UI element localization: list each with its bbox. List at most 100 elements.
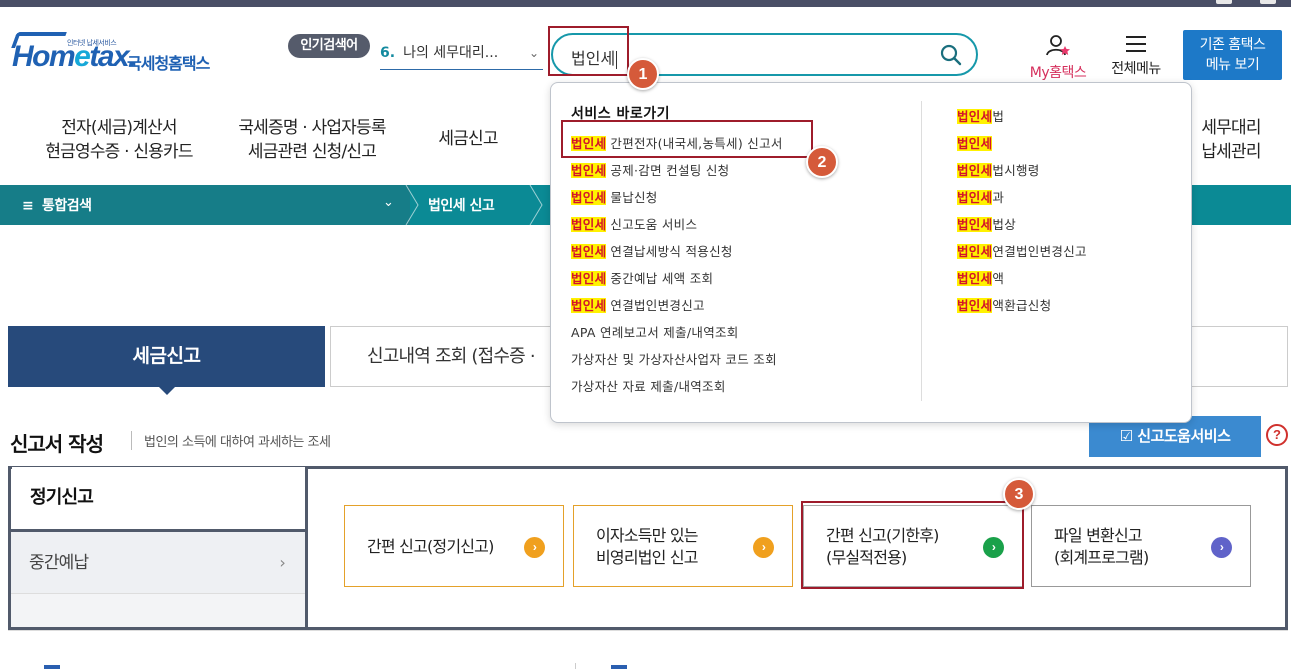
bottom-section [8,630,1288,669]
suggestion-item[interactable]: 법인세 연결납세방식 적용신청 [571,243,733,261]
card-nonprofit[interactable]: 이자소득만 있는 비영리법인 신고 › [573,505,793,587]
suggestion-label: 액환급신청 [992,298,1052,313]
suggestion-keyword: 법인세 [957,217,993,232]
divider [575,663,576,669]
suggestion-label: 신고도움 서비스 [610,217,698,232]
old-hometax-button[interactable]: 기존 홈택스 메뉴 보기 [1183,30,1282,80]
suggestion-item[interactable]: 법인세 공제·감면 컨설팅 신청 [571,162,729,180]
suggestion-keyword: 법인세 [571,163,607,178]
suggestion-label: 연결법인변경신고 [610,298,705,313]
suggestion-item[interactable]: 법인세법시행령 [957,162,1040,180]
old-hometax-label-1: 기존 홈택스 [1199,37,1266,53]
suggestion-item[interactable]: 법인세연결법인변경신고 [957,243,1087,261]
suggestion-item[interactable]: 법인세 [957,135,993,153]
suggestion-item[interactable]: 법인세 신고도움 서비스 [571,216,697,234]
nav-label: 세무대리 [1201,118,1261,138]
suggestion-item[interactable]: 법인세연결법인변경신고 [571,297,705,315]
suggestion-keyword: 법인세 [957,190,993,205]
arrow-right-icon: › [753,537,774,558]
side-menu-interim[interactable]: 중간예납 › [11,532,305,594]
suggestion-label: 연결납세방식 적용신청 [610,244,733,259]
chevron-down-icon[interactable]: ⌄ [383,195,394,210]
suggestion-keyword: 법인세 [571,271,607,286]
suggestion-label: 과 [992,190,1005,205]
step-marker-2: 2 [806,146,838,178]
side-menu-regular[interactable]: 정기신고 [12,467,308,529]
breadcrumb-separator-icon [405,185,419,225]
nav-label: 현금영수증 · 신용카드 [45,142,193,162]
breadcrumb-current[interactable]: 법인세 신고 [428,195,495,215]
suggestion-label: 법상 [992,217,1017,232]
suggestion-item[interactable]: 법인세 물납신청 [571,189,658,207]
logo-brand: Hometax. [12,40,137,73]
highlight-box-card [801,501,1024,589]
card-simple-regular[interactable]: 간편 신고(정기신고) › [344,505,564,587]
card-label: 간편 신고(정기신고) [367,537,494,556]
old-hometax-label-2: 메뉴 보기 [1205,57,1260,73]
help-icon[interactable]: ? [1266,424,1288,446]
card-label: 이자소득만 있는 [596,526,699,545]
suggestion-item[interactable]: 법인세액환급신청 [957,297,1051,315]
suggestion-label: APA 연례보고서 제출/내역조회 [571,325,739,340]
search-icon[interactable] [940,44,962,66]
breadcrumb-root[interactable]: ≡ 통합검색 [22,195,92,215]
suggestion-keyword: 법인세 [571,217,607,232]
window-control-icon[interactable] [1216,0,1232,4]
logo-brand-korean: 국세청홈택스 [127,54,210,73]
nav-label: 세금신고 [438,129,498,149]
suggestion-item[interactable]: 법인세과 [957,189,1004,207]
myhometax-label: My홈택스 [1029,65,1087,81]
nav-tax-filing[interactable]: 세금신고 [428,127,508,151]
suggestion-item[interactable]: 법인세 중간예납 세액 조회 [571,270,713,288]
hometax-logo[interactable]: 인터넷 납세서비스 Hometax. 국세청홈택스 [11,30,232,80]
suggestion-item[interactable]: 법인세법상 [957,216,1016,234]
hamburger-icon [1126,36,1146,52]
card-file-convert[interactable]: 파일 변환신고 (회계프로그램) › [1031,505,1251,587]
suggestion-keyword: 법인세 [571,190,607,205]
card-label: (회계프로그램) [1054,548,1149,567]
nav-e-invoice[interactable]: 전자(세금)계산서 현금영수증 · 신용카드 [24,116,214,164]
suggestion-label: 가상자산 및 가상자산사업자 코드 조회 [571,352,777,367]
popular-search-badge: 인기검색어 [288,34,370,58]
suggestion-keyword: 법인세 [957,136,993,151]
nav-tax-agent[interactable]: 세무대리 납세관리 [1190,116,1272,164]
step-marker-1: 1 [627,58,659,90]
suggestion-label: 물납신청 [610,190,658,205]
suggestion-item[interactable]: 가상자산 자료 제출/내역조회 [571,378,726,396]
window-control-icon[interactable] [1260,0,1276,4]
suggestion-label: 법 [992,109,1005,124]
suggestion-label: 가상자산 자료 제출/내역조회 [571,379,726,394]
suggestion-keyword: 법인세 [571,298,607,313]
filing-help-label: 신고도움서비스 [1137,427,1231,445]
chevron-down-icon: ⌄ [528,46,539,60]
myhometax-link[interactable]: My홈택스 [1022,34,1094,82]
card-label: 비영리법인 신고 [596,548,699,567]
top-strip [0,0,1291,7]
nav-label: 국세증명 · 사업자등록 [238,118,386,138]
all-menu-button[interactable]: 전체메뉴 [1104,34,1168,78]
breadcrumb-separator-icon [529,185,543,225]
all-menu-label: 전체메뉴 [1111,61,1161,77]
section-marker-icon [611,665,627,669]
suggestion-keyword: 법인세 [957,109,993,124]
card-label: 파일 변환신고 [1054,526,1143,545]
suggestion-item[interactable]: 가상자산 및 가상자산사업자 코드 조회 [571,351,777,369]
suggestion-keyword: 법인세 [957,244,993,259]
suggestion-item[interactable]: 법인세액 [957,270,1004,288]
suggestion-label: 액 [992,271,1005,286]
highlight-box-suggestion [561,120,813,158]
arrow-right-icon: › [1211,537,1232,558]
page-description: 법인의 소득에 대하여 과세하는 조세 [131,431,331,450]
user-icon [1046,35,1070,56]
tab-tax-filing[interactable]: 세금신고 [8,326,325,395]
edit-icon: ☑ [1119,427,1133,445]
suggestion-item[interactable]: 법인세법 [957,108,1004,126]
highlight-box-search [548,26,629,76]
popular-search-rank: 6. [380,45,396,61]
section-marker-icon [44,665,60,669]
divider [921,101,922,401]
popular-search-dropdown[interactable]: 6. 나의 세무대리... ⌄ [380,36,543,70]
suggestion-keyword: 법인세 [957,298,993,313]
suggestion-item[interactable]: APA 연례보고서 제출/내역조회 [571,324,739,342]
nav-certificate[interactable]: 국세증명 · 사업자등록 세금관련 신청/신고 [222,116,402,164]
